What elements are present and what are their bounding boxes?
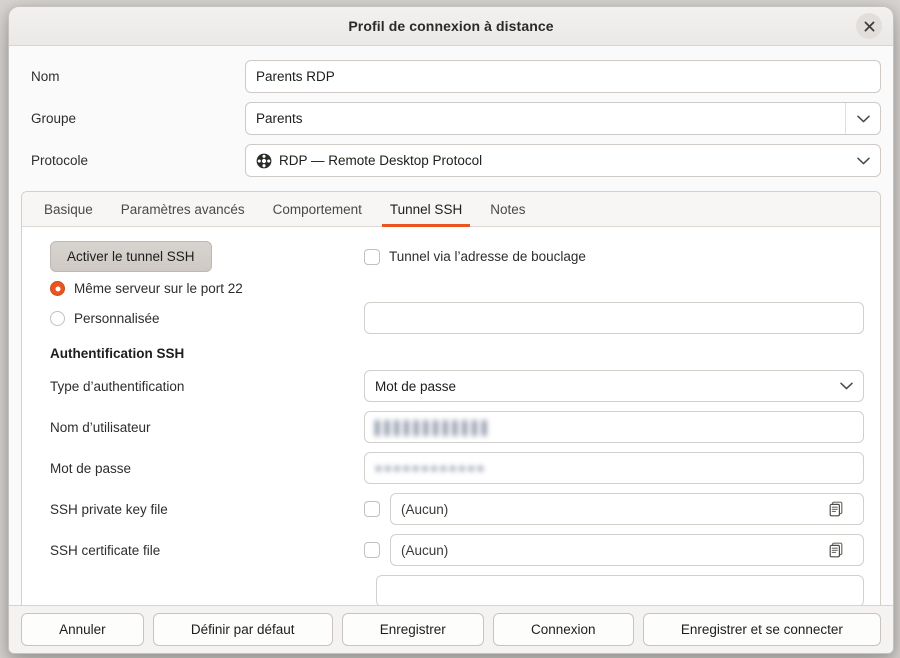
loopback-checkbox-row: Tunnel via l’adresse de bouclage	[364, 248, 586, 265]
ssh-password-value: ●●●●●●●●●●●●	[375, 461, 486, 475]
tab-parametres-avances[interactable]: Paramètres avancés	[107, 192, 259, 226]
save-button[interactable]: Enregistrer	[341, 613, 484, 646]
group-combobox-value: Parents	[256, 111, 303, 126]
tab-label: Comportement	[272, 201, 362, 217]
form-row-name: Nom Parents RDP	[21, 60, 881, 93]
tab-bar: Basique Paramètres avancés Comportement …	[22, 192, 880, 227]
auth-type-label: Type d’authentification	[50, 378, 185, 394]
form-row-group: Groupe Parents	[21, 102, 881, 135]
cancel-button[interactable]: Annuler	[21, 613, 144, 646]
ssh-certificate-value: (Aucun)	[401, 542, 449, 558]
radio-custom-server[interactable]	[50, 310, 65, 326]
row-auth-type: Type d’authentification Mot de passe	[38, 370, 864, 402]
custom-server-input[interactable]	[364, 302, 864, 334]
tab-basique[interactable]: Basique	[30, 192, 107, 226]
titlebar: Profil de connexion à distance	[9, 7, 893, 46]
tab-label: Tunnel SSH	[389, 201, 463, 217]
remote-connection-profile-dialog: Profil de connexion à distance Nom Paren…	[8, 6, 894, 654]
connect-button[interactable]: Connexion	[492, 613, 634, 646]
ssh-password-label: Mot de passe	[50, 460, 132, 476]
loopback-checkbox-label: Tunnel via l’adresse de bouclage	[389, 249, 586, 264]
chevron-down-icon[interactable]	[845, 103, 880, 134]
profile-header-form: Nom Parents RDP Groupe Parents Protocole	[9, 46, 893, 187]
close-button[interactable]	[856, 13, 882, 39]
row-ssh-username: Nom d’utilisateur ▌▌▌▌▌▌▌▌▌▌▌▌	[38, 411, 864, 443]
rdp-protocol-icon	[256, 153, 272, 169]
name-input[interactable]: Parents RDP	[245, 60, 881, 93]
form-row-protocol: Protocole RDP — Remote Desktop Protocol	[21, 144, 881, 177]
group-label: Groupe	[31, 111, 77, 126]
ssh-username-input[interactable]: ▌▌▌▌▌▌▌▌▌▌▌▌	[364, 411, 864, 443]
page-title: Profil de connexion à distance	[348, 18, 554, 34]
auth-type-combobox[interactable]: Mot de passe	[364, 370, 864, 402]
tab-comportement[interactable]: Comportement	[259, 192, 376, 226]
name-label: Nom	[31, 69, 60, 84]
protocol-combobox[interactable]: RDP — Remote Desktop Protocol	[245, 144, 881, 177]
auth-type-value: Mot de passe	[375, 378, 457, 394]
loopback-checkbox[interactable]	[364, 248, 380, 265]
radio-custom-server-label: Personnalisée	[74, 310, 160, 326]
ssh-auth-section-title: Authentification SSH	[50, 346, 185, 361]
dialog-action-bar: Annuler Définir par défaut Enregistrer C…	[9, 605, 893, 653]
name-input-value: Parents RDP	[256, 69, 335, 84]
enable-ssh-tunnel-button[interactable]: Activer le tunnel SSH	[50, 241, 212, 272]
ssh-password-input[interactable]: ●●●●●●●●●●●●	[364, 452, 864, 484]
tab-label: Notes	[490, 201, 526, 217]
group-combobox[interactable]: Parents	[245, 102, 881, 135]
tab-label: Paramètres avancés	[120, 201, 245, 217]
protocol-label: Protocole	[31, 153, 89, 168]
tab-notes[interactable]: Notes	[476, 192, 539, 226]
row-auth-heading: Authentification SSH	[38, 346, 864, 361]
ssh-private-key-checkbox[interactable]	[364, 501, 380, 517]
tab-tunnel-ssh[interactable]: Tunnel SSH	[376, 192, 476, 227]
radio-row-same-server: Même serveur sur le port 22	[38, 281, 864, 296]
ssh-private-key-chooser[interactable]: (Aucun)	[390, 493, 864, 525]
ssh-username-label: Nom d’utilisateur	[50, 419, 151, 435]
protocol-combobox-value: RDP — Remote Desktop Protocol	[279, 153, 483, 168]
ssh-username-value: ▌▌▌▌▌▌▌▌▌▌▌▌	[375, 419, 492, 435]
chevron-down-icon[interactable]	[829, 371, 863, 401]
set-as-default-button[interactable]: Définir par défaut	[152, 613, 333, 646]
row-ssh-password: Mot de passe ●●●●●●●●●●●●	[38, 452, 864, 484]
row-ssh-certificate: SSH certificate file (Aucun)	[38, 534, 864, 566]
file-browse-icon[interactable]	[819, 535, 853, 565]
chevron-down-icon[interactable]	[846, 145, 880, 176]
ssh-private-key-label: SSH private key file	[50, 501, 168, 517]
row-custom-server: Personnalisée	[38, 302, 864, 334]
row-enable-tunnel: Activer le tunnel SSH Tunnel via l’adres…	[38, 241, 864, 272]
ssh-certificate-checkbox[interactable]	[364, 542, 380, 558]
tab-label: Basique	[44, 201, 93, 217]
radio-same-server-label: Même serveur sur le port 22	[74, 281, 243, 296]
settings-notebook: Basique Paramètres avancés Comportement …	[21, 191, 881, 605]
ssh-certificate-label: SSH certificate file	[50, 542, 161, 558]
tunnel-ssh-panel: Activer le tunnel SSH Tunnel via l’adres…	[22, 227, 880, 605]
save-and-connect-button[interactable]: Enregistrer et se connecter	[642, 613, 882, 646]
ssh-private-key-value: (Aucun)	[401, 501, 449, 517]
clipped-field-below[interactable]	[376, 575, 864, 605]
file-browse-icon[interactable]	[819, 494, 853, 524]
close-icon	[864, 21, 875, 32]
row-ssh-private-key: SSH private key file (Aucun)	[38, 493, 864, 525]
radio-same-server[interactable]	[50, 281, 65, 296]
ssh-certificate-chooser[interactable]: (Aucun)	[390, 534, 864, 566]
